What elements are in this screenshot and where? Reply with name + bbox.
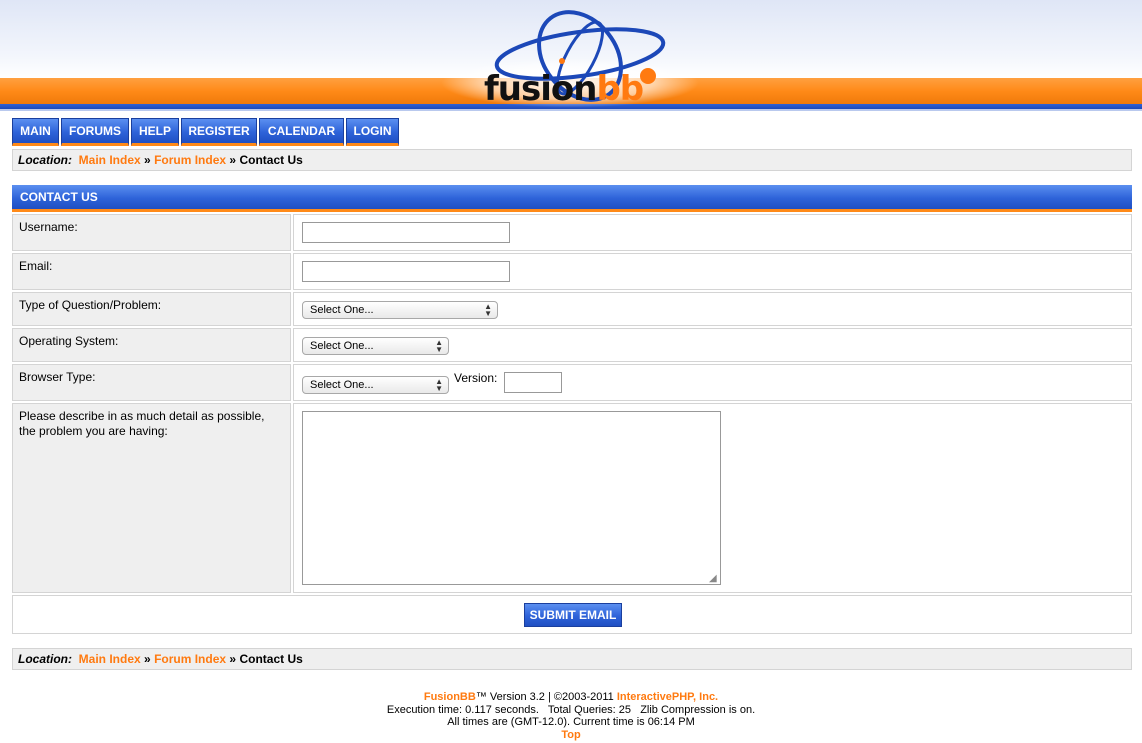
breadcrumb-label: Location: <box>18 652 72 666</box>
logo-wordmark[interactable]: fusionbb <box>484 69 644 109</box>
breadcrumb-current: Contact Us <box>239 153 303 167</box>
browser-select[interactable]: Select One... ▲ ▼ <box>302 376 449 394</box>
contact-us-header: CONTACT US <box>12 185 1132 212</box>
question-type-label: Type of Question/Problem: <box>12 292 291 326</box>
footer-time-info: All times are (GMT-12.0). Current time i… <box>447 716 695 728</box>
nav-forums-button[interactable]: FORUMS <box>61 118 129 146</box>
username-row: Username: <box>12 214 1132 251</box>
description-row: Please describe in as much detail as pos… <box>12 403 1132 593</box>
nav-help-button[interactable]: HELP <box>131 118 179 146</box>
footer-brand-link[interactable]: FusionBB <box>424 691 476 703</box>
logo-wordmark-bb: bb <box>596 69 644 109</box>
submit-email-button[interactable]: SUBMIT EMAIL <box>524 603 622 627</box>
email-cell <box>293 253 1132 290</box>
os-select[interactable]: Select One... ▲ ▼ <box>302 337 449 355</box>
site-footer: FusionBB™ Version 3.2 | ©2003-2011 Inter… <box>0 691 1142 741</box>
footer-company-link[interactable]: InteractivePHP, Inc. <box>617 691 718 703</box>
select-updown-icon: ▲ ▼ <box>435 377 443 393</box>
nav-main-button[interactable]: MAIN <box>12 118 59 146</box>
select-updown-icon: ▲ ▼ <box>435 338 443 354</box>
os-cell: Select One... ▲ ▼ <box>293 328 1132 362</box>
os-label: Operating System: <box>12 328 291 362</box>
question-type-cell: Select One... ▲ ▼ <box>293 292 1132 326</box>
breadcrumb-link-forum-index[interactable]: Forum Index <box>154 652 226 666</box>
question-type-select[interactable]: Select One... ▲ ▼ <box>302 301 498 319</box>
nav-calendar-button[interactable]: CALENDAR <box>259 118 344 146</box>
breadcrumb-bottom: Location: Main Index » Forum Index » Con… <box>12 648 1132 670</box>
footer-top-link[interactable]: Top <box>561 729 580 741</box>
breadcrumb-separator: » <box>229 153 237 167</box>
breadcrumb-label: Location: <box>18 153 72 167</box>
breadcrumb-current: Contact Us <box>239 652 303 666</box>
email-input[interactable] <box>302 261 510 282</box>
breadcrumb-separator: » <box>144 652 151 666</box>
username-input[interactable] <box>302 222 510 243</box>
description-textarea[interactable] <box>302 411 721 585</box>
browser-cell: Select One... ▲ ▼ Version: <box>293 364 1132 401</box>
os-row: Operating System: Select One... ▲ ▼ <box>12 328 1132 362</box>
question-type-selected: Select One... <box>310 304 374 316</box>
submit-row: SUBMIT EMAIL <box>12 595 1132 634</box>
username-label: Username: <box>12 214 291 251</box>
nav-login-button[interactable]: LOGIN <box>346 118 399 146</box>
footer-execution-info: Execution time: 0.117 seconds. Total Que… <box>386 703 756 716</box>
os-selected: Select One... <box>310 340 374 352</box>
browser-row: Browser Type: Select One... ▲ ▼ Version: <box>12 364 1132 401</box>
breadcrumb-link-main-index[interactable]: Main Index <box>79 652 141 666</box>
description-label: Please describe in as much detail as pos… <box>12 403 291 593</box>
breadcrumb-separator: » <box>229 652 237 666</box>
description-cell: ◢ <box>293 403 1132 593</box>
nav-register-button[interactable]: REGISTER <box>181 118 257 146</box>
resize-grip-icon[interactable]: ◢ <box>709 574 719 584</box>
breadcrumb-separator: » <box>144 153 151 167</box>
question-type-row: Type of Question/Problem: Select One... … <box>12 292 1132 326</box>
breadcrumb-top: Location: Main Index » Forum Index » Con… <box>12 149 1132 171</box>
version-input[interactable] <box>504 372 562 393</box>
browser-label: Browser Type: <box>12 364 291 401</box>
main-nav: MAIN FORUMS HELP REGISTER CALENDAR LOGIN <box>12 118 399 146</box>
breadcrumb-link-main-index[interactable]: Main Index <box>79 153 141 167</box>
logo-wordmark-fusion: fusion <box>484 69 597 109</box>
browser-selected: Select One... <box>310 379 374 391</box>
version-label: Version: <box>454 371 498 385</box>
breadcrumb-link-forum-index[interactable]: Forum Index <box>154 153 226 167</box>
username-cell <box>293 214 1132 251</box>
email-label: Email: <box>12 253 291 290</box>
footer-version-text: ™ Version 3.2 | ©2003-2011 <box>475 691 617 703</box>
select-updown-icon: ▲ ▼ <box>484 302 492 318</box>
footer-copyright-line: FusionBB™ Version 3.2 | ©2003-2011 Inter… <box>0 691 1142 704</box>
email-row: Email: <box>12 253 1132 290</box>
